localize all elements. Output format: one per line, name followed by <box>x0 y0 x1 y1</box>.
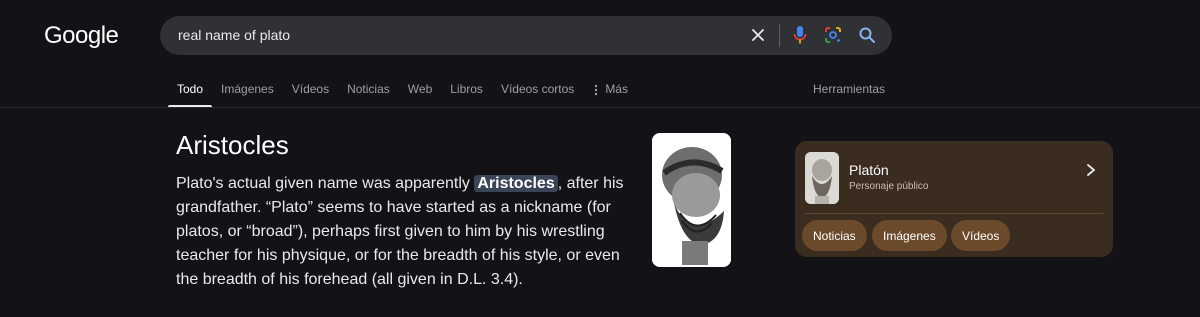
chip-noticias[interactable]: Noticias <box>802 220 867 251</box>
tab-mas[interactable]: Más <box>583 80 637 106</box>
more-vertical-icon <box>595 84 598 96</box>
plato-bust-image[interactable] <box>652 133 731 267</box>
tab-todo[interactable]: Todo <box>168 80 213 108</box>
knowledge-panel-subtitle: Personaje público <box>849 181 929 192</box>
search-divider <box>779 24 780 47</box>
tools-button[interactable]: Herramientas <box>813 82 885 96</box>
close-icon[interactable] <box>748 25 768 45</box>
google-logo[interactable]: Google <box>44 22 119 50</box>
search-icon[interactable] <box>857 25 877 45</box>
tab-mas-label: Más <box>605 82 628 96</box>
snippet-highlight: Aristocles <box>474 175 558 192</box>
google-lens-icon[interactable] <box>823 25 843 45</box>
featured-snippet-text: Plato's actual given name was apparently… <box>176 172 636 292</box>
search-input[interactable]: real name of plato <box>178 27 290 43</box>
avatar <box>805 152 839 204</box>
snippet-text-before: Plato's actual given name was apparently <box>176 175 475 192</box>
search-tabs: Todo Imágenes Vídeos Noticias Web Libros… <box>168 80 637 108</box>
tabs-divider <box>0 107 1200 108</box>
mic-icon[interactable] <box>790 25 810 45</box>
tab-libros[interactable]: Libros <box>441 80 492 106</box>
chip-imagenes[interactable]: Imágenes <box>872 220 947 251</box>
knowledge-panel-divider <box>805 213 1103 214</box>
tab-videos-cortos[interactable]: Vídeos cortos <box>492 80 583 106</box>
chip-videos[interactable]: Vídeos <box>951 220 1011 251</box>
knowledge-panel-title[interactable]: Platón <box>849 162 889 178</box>
chevron-right-icon[interactable] <box>1085 163 1097 177</box>
tab-noticias[interactable]: Noticias <box>338 80 399 106</box>
tab-videos[interactable]: Vídeos <box>283 80 338 106</box>
search-bar[interactable]: real name of plato <box>160 16 892 55</box>
featured-snippet-title: Aristocles <box>176 130 289 160</box>
knowledge-panel[interactable]: Platón Personaje público Noticias Imágen… <box>795 141 1113 257</box>
tab-imagenes[interactable]: Imágenes <box>212 80 283 106</box>
tab-web[interactable]: Web <box>399 80 441 106</box>
